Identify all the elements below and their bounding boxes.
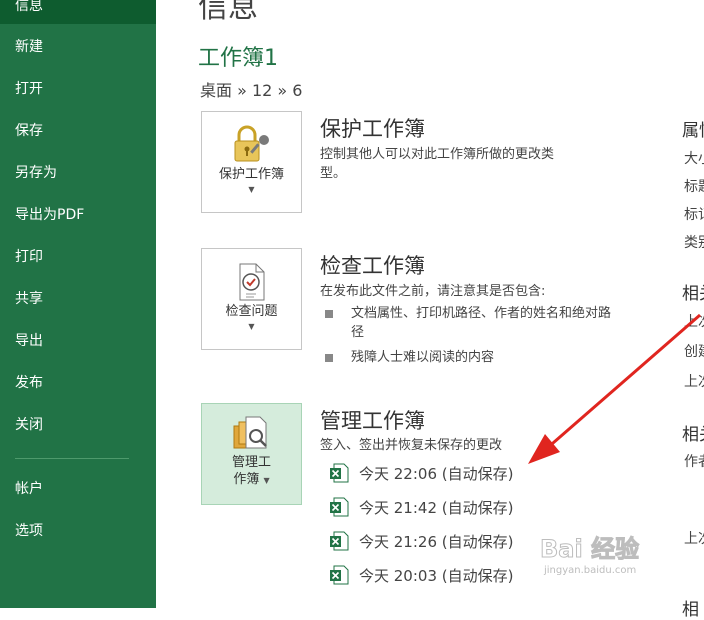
svg-text:jingyan.baidu.com: jingyan.baidu.com [543,565,636,576]
annotation-arrow [528,313,701,464]
baidu-jingyan-watermark: Bai 经验 jingyan.baidu.com [538,527,668,577]
svg-text:Bai 经验: Bai 经验 [540,535,639,563]
baidu-logo-icon: Bai 经验 jingyan.baidu.com [540,535,640,577]
